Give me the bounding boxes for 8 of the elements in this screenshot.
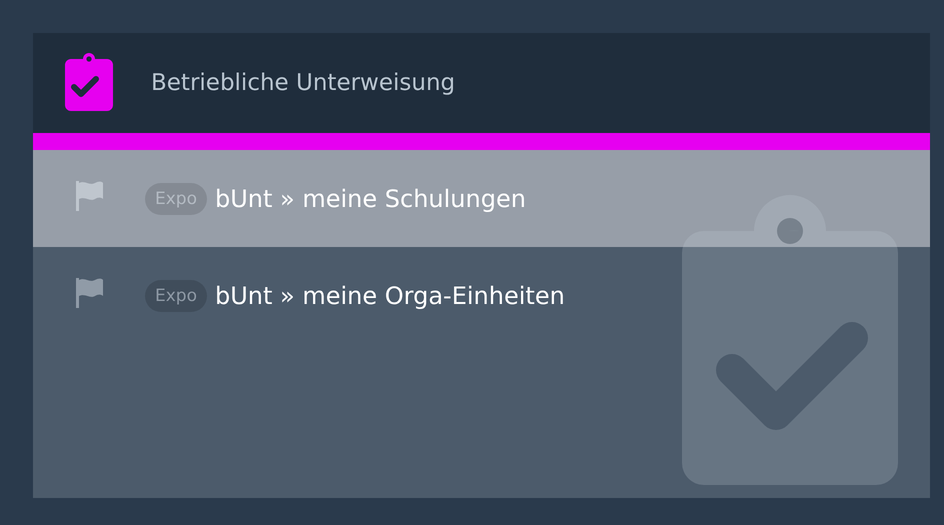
flag-icon (73, 178, 105, 210)
flag-icon (73, 276, 105, 308)
item-label: bUnt » meine Schulungen (215, 184, 526, 212)
item-label: bUnt » meine Orga-Einheiten (215, 282, 565, 310)
clipboard-check-icon (682, 195, 898, 485)
card-title: Betriebliche Unterweisung (151, 70, 456, 96)
tag-label: Expo (145, 280, 207, 312)
list-item[interactable]: Expo bUnt » meine Orga-Einheiten (33, 247, 930, 344)
